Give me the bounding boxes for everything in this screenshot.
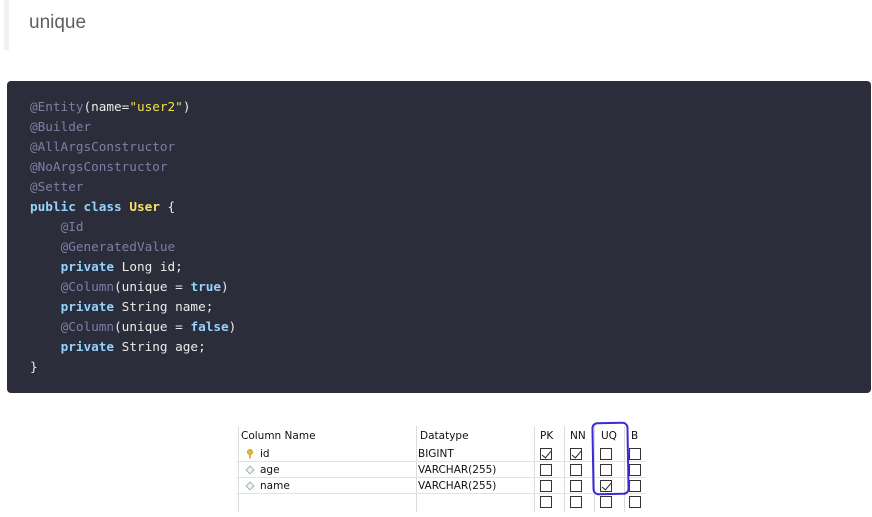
code-token: "user2" xyxy=(129,99,183,114)
nn-checkbox[interactable] xyxy=(570,464,582,476)
heading-accent-bar xyxy=(4,0,9,50)
uq-column-highlight-annotation xyxy=(591,421,630,496)
code-token: class xyxy=(83,199,122,214)
column-name-cell[interactable]: name xyxy=(260,478,290,494)
code-line: @Entity(name="user2") xyxy=(30,97,190,117)
code-token: String name; xyxy=(114,299,214,314)
header-b[interactable]: B xyxy=(631,428,638,444)
code-line: public class User { xyxy=(30,197,175,217)
column-name-cell[interactable]: age xyxy=(260,462,280,478)
code-line: } xyxy=(30,357,38,377)
pk-checkbox[interactable] xyxy=(540,480,552,492)
table-header-row: Column Name Datatype PK NN UQ B xyxy=(236,428,646,444)
code-token: String age; xyxy=(114,339,206,354)
header-datatype[interactable]: Datatype xyxy=(420,428,469,444)
code-token: @Builder xyxy=(30,119,92,134)
b-checkbox[interactable] xyxy=(629,480,641,492)
code-token: private xyxy=(60,259,115,274)
nn-checkbox[interactable] xyxy=(570,480,582,492)
column-diamond-icon xyxy=(245,481,255,491)
code-token: ) xyxy=(182,99,191,114)
pk-checkbox[interactable] xyxy=(540,496,552,508)
pk-checkbox[interactable] xyxy=(540,464,552,476)
code-token: (name= xyxy=(83,99,130,114)
datatype-cell[interactable]: BIGINT xyxy=(418,446,454,462)
code-token: private xyxy=(60,339,115,354)
b-checkbox[interactable] xyxy=(629,464,641,476)
code-line: @Builder xyxy=(30,117,91,137)
column-name-cell[interactable]: id xyxy=(260,446,270,462)
header-pk[interactable]: PK xyxy=(540,428,553,444)
b-checkbox[interactable] xyxy=(629,496,641,508)
code-token: @Setter xyxy=(30,179,84,194)
code-token: @NoArgsConstructor xyxy=(30,159,168,174)
code-token: private xyxy=(60,299,115,314)
code-line: @AllArgsConstructor xyxy=(30,137,175,157)
code-line: @Id xyxy=(30,217,84,237)
header-column-name[interactable]: Column Name xyxy=(241,428,316,444)
nn-checkbox[interactable] xyxy=(570,496,582,508)
code-token: true xyxy=(190,279,221,294)
b-checkbox[interactable] xyxy=(629,448,641,460)
code-line: @Column(unique = false) xyxy=(30,317,237,337)
code-token: @GeneratedValue xyxy=(60,239,176,254)
datatype-cell[interactable]: VARCHAR(255) xyxy=(418,478,496,494)
code-token: Long id; xyxy=(114,259,183,274)
code-token: (unique = xyxy=(114,279,191,294)
table-row[interactable] xyxy=(236,494,646,510)
code-line: @NoArgsConstructor xyxy=(30,157,168,177)
uq-checkbox[interactable] xyxy=(600,496,612,508)
code-token: @AllArgsConstructor xyxy=(30,139,176,154)
code-line: @Column(unique = true) xyxy=(30,277,229,297)
code-token: public xyxy=(30,199,76,214)
code-token: (unique = xyxy=(114,319,191,334)
nn-checkbox[interactable] xyxy=(570,448,582,460)
code-token: false xyxy=(190,319,229,334)
code-line: @Setter xyxy=(30,177,83,197)
primary-key-icon xyxy=(247,449,253,459)
datatype-cell[interactable]: VARCHAR(255) xyxy=(418,462,496,478)
code-token: { xyxy=(159,199,176,214)
code-token: ) xyxy=(221,279,229,294)
code-token: @Column xyxy=(60,319,115,334)
code-line: private String name; xyxy=(30,297,214,317)
column-editor-table: Column Name Datatype PK NN UQ B id BIGINT… xyxy=(236,422,646,512)
section-heading: unique xyxy=(29,12,87,33)
header-nn[interactable]: NN xyxy=(570,428,586,444)
table-row[interactable]: age VARCHAR(255) xyxy=(236,462,646,478)
code-token: User xyxy=(129,199,160,214)
code-token: @Column xyxy=(60,279,115,294)
table-row[interactable]: name VARCHAR(255) xyxy=(236,478,646,494)
table-row[interactable]: id BIGINT xyxy=(236,446,646,462)
code-line: private String age; xyxy=(30,337,206,357)
code-line: private Long id; xyxy=(30,257,183,277)
code-token: @Entity xyxy=(30,99,84,114)
pk-checkbox[interactable] xyxy=(540,448,552,460)
code-token: } xyxy=(30,359,38,374)
code-token: @Id xyxy=(60,219,84,234)
code-token: ) xyxy=(228,319,237,334)
code-line: @GeneratedValue xyxy=(30,237,176,257)
column-diamond-icon xyxy=(245,465,255,475)
code-block: @Entity(name="user2") @Builder @AllArgsCon… xyxy=(7,81,871,393)
